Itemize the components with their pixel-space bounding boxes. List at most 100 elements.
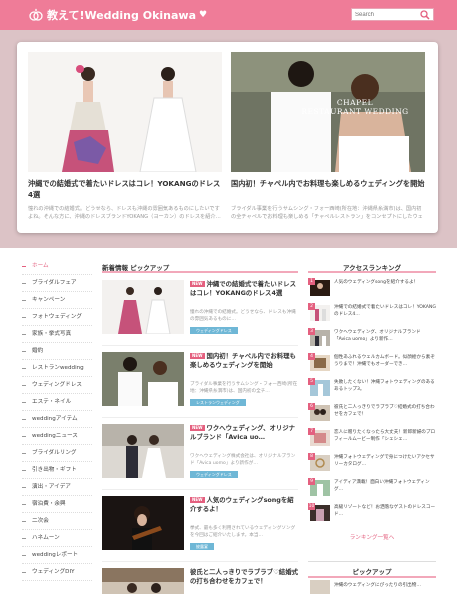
rank-title[interactable]: 沖縄での結婚式で着たいドレスはコレ！YOKANGのドレス4… — [334, 304, 436, 318]
ring-icon — [29, 8, 43, 21]
post-tag[interactable]: ウェディングドレス — [190, 327, 238, 334]
post-thumbnail[interactable] — [102, 496, 184, 550]
nav-label: weddingアイテム — [32, 415, 78, 422]
post-item[interactable]: NEW 人気のウェディングsongを紹介するよ！ 挙式、最も多く利用されているウェ… — [102, 496, 298, 564]
hero-title-chapel[interactable]: 国内初！チャペル内でお料理も楽しめるウェディングを開始 — [231, 178, 425, 200]
nav-item-ring[interactable]: ブライダルリング — [22, 445, 92, 462]
ranking-heading-underline — [308, 271, 436, 273]
rank-title[interactable]: ワクへウェディング、オリジナルブランド「Avica uomo」より新作… — [334, 329, 436, 343]
rank-title[interactable]: 失敗したくない！沖縄フォトウェディングのあるあるトップ3。 — [334, 379, 436, 393]
post-title[interactable]: NEW 人気のウェディングsongを紹介するよ！ — [190, 496, 298, 523]
nav-label: ウェディングDIY — [32, 568, 75, 575]
ranking-item[interactable]: 3 ワクへウェディング、オリジナルブランド「Avica uomo」より新作… — [308, 328, 436, 346]
hero-title-dress[interactable]: 沖縄での結婚式で着たいドレスはコレ！YOKANGのドレス4選 — [28, 178, 222, 200]
rank-title[interactable]: 彼氏と二人っきりでラブラブ♡結婚式の打ち合わせをカフェで！ — [334, 404, 436, 418]
post-tag[interactable]: ウェディングドレス — [190, 471, 238, 478]
search-input[interactable] — [355, 9, 419, 20]
post-item[interactable]: NEW 国内初！チャペル内でお料理も楽しめるウェディングを開始 ブライダル事業を行… — [102, 352, 298, 420]
nav-item-ideas[interactable]: 演出・アイデア — [22, 479, 92, 496]
nav-item-gift[interactable]: 引き出物・ギフト — [22, 462, 92, 479]
site-logo[interactable]: 教えて!Wedding Okinawa ♥ — [29, 7, 207, 23]
nav-item-esthe[interactable]: エステ・ネイル — [22, 394, 92, 411]
post-title-text: 国内初！チャペル内でお料理も楽しめるウェディングを開始 — [190, 352, 296, 369]
post-title[interactable]: NEW 国内初！チャペル内でお料理も楽しめるウェディングを開始 — [190, 352, 298, 379]
ranking-item[interactable]: 10 高級リゾートなど！お洒落なゲストのドレスコード… — [308, 503, 436, 521]
post-thumbnail[interactable] — [102, 424, 184, 478]
ranking-item[interactable]: 7 恋人に贈りたくなったら大丈夫！新郎新婦のプロフィールムービー制作「シェシェ… — [308, 428, 436, 446]
rank-number: 10 — [308, 503, 315, 510]
rank-title[interactable]: 高級リゾートなど！お洒落なゲストのドレスコード… — [334, 504, 436, 518]
post-item[interactable]: 彼氏と二人っきりでラブラブ♡結婚式の打ち合わせをカフェで！ — [102, 568, 298, 594]
nav-item-report[interactable]: weddingレポート — [22, 547, 92, 564]
post-tag[interactable]: レストランウェディング — [190, 399, 246, 406]
nav-item-home[interactable]: ホーム — [22, 258, 92, 275]
rank-number: 1 — [308, 278, 315, 285]
rank-title[interactable]: アイディア満載！面白い沖縄フォトウェディング… — [334, 479, 436, 493]
post-thumbnail[interactable] — [102, 568, 184, 594]
ranking-item[interactable]: 8 沖縄フォトウェディングで身につけたいアクセサリーカタログ… — [308, 453, 436, 471]
search-box — [351, 8, 434, 21]
post-title[interactable]: 彼氏と二人っきりでラブラブ♡結婚式の打ち合わせをカフェで！ — [190, 568, 298, 594]
nav-item-honeymoon[interactable]: ハネムーン — [22, 530, 92, 547]
rank-number: 7 — [308, 428, 315, 435]
nav-item-restaurant[interactable]: レストランwedding — [22, 360, 92, 377]
nav-label: レストランwedding — [32, 364, 84, 371]
rank-title[interactable]: 人気のウェディングsongを紹介するよ！ — [334, 279, 436, 293]
hero-image-dress[interactable] — [28, 52, 222, 172]
main-heading-underline — [102, 271, 298, 273]
post-divider — [102, 417, 298, 418]
nav-item-lodging[interactable]: 宿泊費・余興 — [22, 496, 92, 513]
nav-item-campaign[interactable]: キャンペーン — [22, 292, 92, 309]
nav-item-photo-wedding[interactable]: フォトウェディング — [22, 309, 92, 326]
nav-label: フォトウェディング — [32, 313, 82, 320]
nav-item-items[interactable]: weddingアイテム — [22, 411, 92, 428]
nav-item-afterparty[interactable]: 二次会 — [22, 513, 92, 530]
post-title[interactable]: NEW ワクへウェディング、オリジナルブランド「Avica uo… — [190, 424, 298, 451]
post-tag[interactable]: 披露宴 — [190, 543, 214, 550]
post-thumbnail[interactable] — [102, 352, 184, 406]
post-desc: 挙式、最も多く利用されているウェディングソングを今回はご紹介いたします。本当… — [190, 526, 296, 538]
ranking-more-link[interactable]: ランキング一覧へ — [308, 533, 436, 541]
hero-article-dress[interactable]: 沖縄での結婚式で着たいドレスはコレ！YOKANGのドレス4選 憧れの沖縄での結婚… — [28, 52, 222, 221]
nav-item-dress[interactable]: ウェディングドレス — [22, 377, 92, 394]
ranking-item[interactable]: 2 沖縄での結婚式で着たいドレスはコレ！YOKANGのドレス4… — [308, 303, 436, 321]
ranking-item[interactable]: 9 アイディア満載！面白い沖縄フォトウェディング… — [308, 478, 436, 496]
nav-label: 宿泊費・余興 — [32, 500, 66, 507]
post-item[interactable]: NEW ワクへウェディング、オリジナルブランド「Avica uo… ワクへウェディ… — [102, 424, 298, 492]
post-title[interactable]: NEW 沖縄での結婚式で着たいドレスはコレ！YOKANGのドレス4選 — [190, 280, 298, 307]
search-icon[interactable] — [420, 10, 430, 20]
nav-item-engagement[interactable]: 婚約 — [22, 343, 92, 360]
nav-label: 二次会 — [32, 517, 49, 524]
pickup-thumbnail[interactable] — [310, 580, 330, 594]
nav-item-bridal-fair[interactable]: ブライダルフェア — [22, 275, 92, 292]
rank-title[interactable]: 沖縄フォトウェディングで身につけたいアクセサリーカタログ… — [334, 454, 436, 468]
hero-desc-chapel: ブライダル事業を行うサムシング・フォー西崎(所在地：沖縄県糸満市)は、国内初の全… — [231, 206, 423, 220]
hero-image-chapel[interactable]: CHAPEL RESTAURANT WEDDING — [231, 52, 425, 172]
nav-item-diy[interactable]: ウェディングDIY — [22, 564, 92, 581]
chapel-overlay-text: CHAPEL RESTAURANT WEDDING — [301, 98, 409, 116]
ranking-item[interactable]: 5 失敗したくない！沖縄フォトウェディングのあるあるトップ3。 — [308, 378, 436, 396]
nav-item-news[interactable]: weddingニュース — [22, 428, 92, 445]
ranking-item[interactable]: 1 人気のウェディングsongを紹介するよ！ — [308, 278, 436, 296]
rank-number: 9 — [308, 478, 315, 485]
post-desc: ブライダル事業を行うサムシング・フォー西崎(所在地：沖縄県糸満市)は、国内初の全… — [190, 382, 298, 394]
nav-label: ブライダルリング — [32, 449, 77, 456]
hero-article-chapel[interactable]: CHAPEL RESTAURANT WEDDING 国内初！チャペル内でお料理も… — [231, 52, 425, 221]
nav-label: ウェディングドレス — [32, 381, 82, 388]
rank-title[interactable]: 個性あふれるウェルカムボード。似顔絵から素ぞうりまで！沖縄でもオーダーでき… — [334, 354, 436, 368]
heart-icon: ♥ — [199, 10, 208, 20]
new-badge: NEW — [190, 425, 205, 431]
pickup-item-title[interactable]: 沖縄のウェディングにぴったりの引出物… — [334, 582, 436, 589]
post-divider — [102, 345, 298, 346]
new-badge: NEW — [190, 497, 205, 503]
nav-item-family[interactable]: 家族・挙式写真 — [22, 326, 92, 343]
nav-label: 家族・挙式写真 — [32, 330, 72, 337]
ranking-item[interactable]: 6 彼氏と二人っきりでラブラブ♡結婚式の打ち合わせをカフェで！ — [308, 403, 436, 421]
post-thumbnail[interactable] — [102, 280, 184, 334]
ranking-item[interactable]: 4 個性あふれるウェルカムボード。似顔絵から素ぞうりまで！沖縄でもオーダーでき… — [308, 353, 436, 371]
post-item[interactable]: NEW 沖縄での結婚式で着たいドレスはコレ！YOKANGのドレス4選 憧れの沖縄で… — [102, 280, 298, 348]
rank-number: 2 — [308, 303, 315, 310]
nav-label: キャンペーン — [32, 296, 66, 303]
rank-title[interactable]: 恋人に贈りたくなったら大丈夫！新郎新婦のプロフィールムービー制作「シェシェ… — [334, 429, 436, 443]
nav-label: ブライダルフェア — [32, 279, 77, 286]
